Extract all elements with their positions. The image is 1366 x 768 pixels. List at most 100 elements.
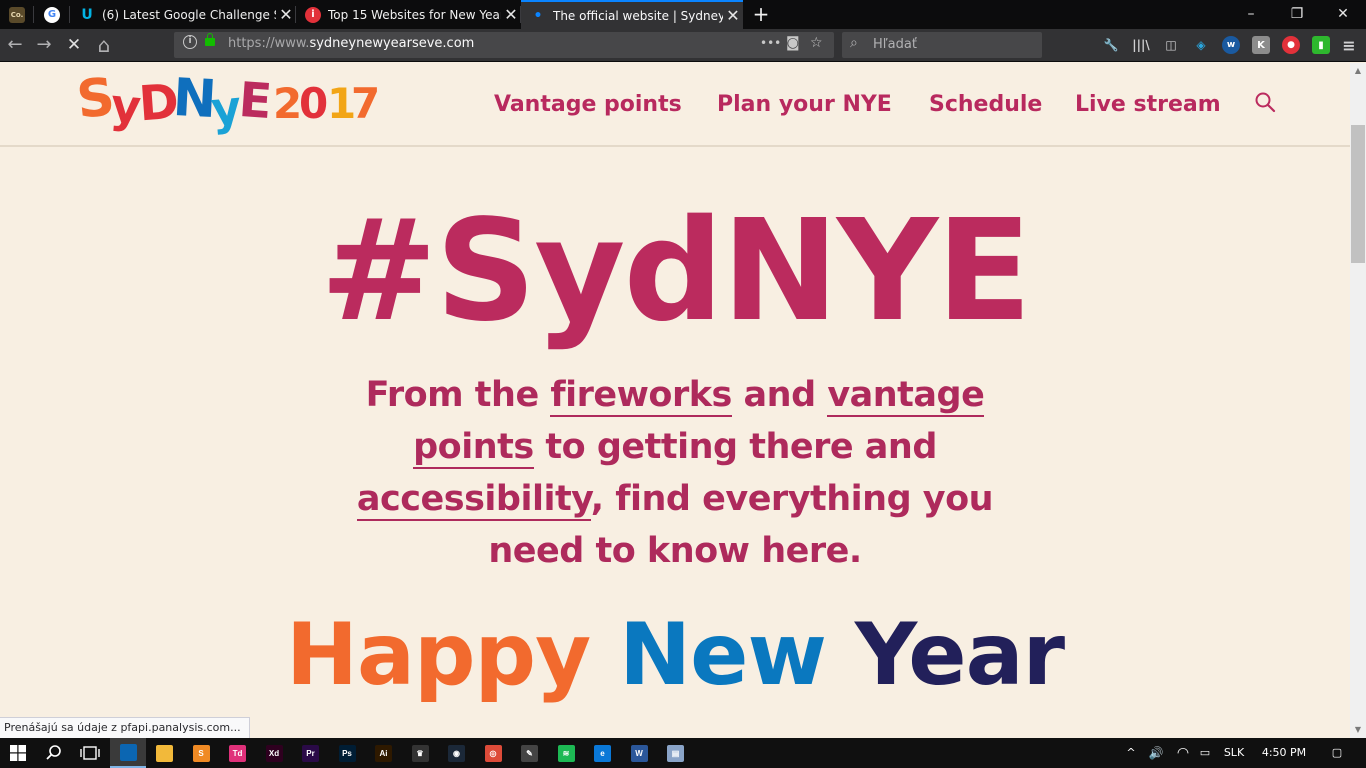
new-tab-button[interactable]: + (748, 0, 774, 29)
word-icon: W (630, 744, 648, 762)
taskbar-app[interactable]: Ps (329, 738, 365, 768)
taskbar-app[interactable]: Xd (256, 738, 292, 768)
logo-letter: 0 (299, 79, 329, 128)
pinned-tab-co[interactable]: Co. (0, 0, 34, 29)
intro-text: and (731, 375, 828, 415)
fireworks-link[interactable]: fireworks (550, 375, 732, 417)
extension-w-icon[interactable]: w (1222, 36, 1240, 54)
site-search-icon[interactable] (1254, 91, 1276, 113)
nav-schedule[interactable]: Schedule (929, 92, 1042, 117)
close-tab-icon[interactable]: ✕ (276, 5, 296, 24)
page-actions-icon[interactable]: ••• (760, 36, 781, 50)
scroll-up-icon[interactable]: ▲ (1350, 63, 1366, 79)
info-favicon-icon: i (305, 6, 321, 23)
game-icon: ♛ (411, 744, 429, 762)
word-happy: Happy (285, 605, 591, 705)
taskbar-app[interactable]: ≋ (548, 738, 584, 768)
extension-green-icon[interactable]: ▮ (1312, 36, 1330, 54)
taskbar-app[interactable] (110, 738, 146, 768)
word-space (590, 605, 619, 705)
start-button[interactable] (0, 738, 36, 768)
extension-k-icon[interactable]: K (1252, 36, 1270, 54)
taskbar-app[interactable] (147, 738, 183, 768)
tab-sydney-active[interactable]: • The official website | Sydney N ✕ (521, 0, 743, 29)
taskbar-app[interactable]: S (183, 738, 219, 768)
pocket-icon[interactable]: ◙ (786, 35, 800, 51)
taskbar-app[interactable]: Ai (366, 738, 402, 768)
browser-toolbar: ← → ✕ ⌂ i https://www.sydneynewyearseve.… (0, 29, 1366, 62)
taskbar-app[interactable]: ♛ (402, 738, 438, 768)
taskbar-app[interactable]: ▤ (658, 738, 694, 768)
logo-letter: 2 (273, 79, 303, 128)
language-indicator[interactable]: SLK (1218, 738, 1250, 768)
indesign-icon: Td (229, 744, 246, 762)
stop-button[interactable]: ✕ (61, 33, 87, 57)
site-info-icon[interactable]: i (183, 35, 197, 49)
developer-tools-icon[interactable]: 🔧 (1102, 36, 1120, 54)
url-bar[interactable]: i https://www.sydneynewyearseve.com ••• … (174, 32, 834, 58)
forward-button[interactable]: → (31, 33, 57, 57)
accessibility-link[interactable]: accessibility (356, 479, 591, 521)
url-text[interactable]: https://www.sydneynewyearseve.com (228, 36, 474, 51)
search-field[interactable]: ⌕ Hľadať (842, 32, 1042, 58)
extension-tomato-icon[interactable]: ● (1282, 36, 1300, 54)
wifi-icon[interactable]: ◠ (1172, 738, 1194, 768)
clock[interactable]: 4:50 PM (1254, 738, 1314, 768)
tab-title: The official website | Sydney N (553, 8, 723, 23)
back-button[interactable]: ← (2, 33, 28, 57)
nav-plan-your-nye[interactable]: Plan your NYE (717, 92, 892, 117)
word-new: New (619, 605, 827, 705)
notification-center-icon[interactable]: ▢ (1322, 738, 1352, 768)
tab-udacity[interactable]: U (6) Latest Google Challenge Sc ✕ (70, 0, 296, 29)
close-window-button[interactable]: ✕ (1320, 0, 1366, 29)
taskbar-app[interactable]: Td (220, 738, 256, 768)
happy-new-year-heading: Happy New Year (0, 605, 1350, 705)
spotify-icon: ≋ (557, 744, 575, 762)
taskbar-app[interactable]: ◎ (475, 738, 511, 768)
tab-title: (6) Latest Google Challenge Sc (102, 7, 276, 22)
xd-icon: Xd (265, 744, 283, 762)
sublime-icon: S (192, 744, 210, 762)
sidebar-icon[interactable]: ◫ (1162, 36, 1180, 54)
nav-live-stream[interactable]: Live stream (1075, 92, 1221, 117)
menu-hamburger-icon[interactable]: ≡ (1340, 36, 1358, 55)
search-taskbar-button[interactable] (36, 738, 72, 768)
library-icon[interactable]: |||\ (1132, 36, 1150, 54)
bookmark-star-icon[interactable]: ☆ (810, 35, 823, 51)
maximize-button[interactable]: ❐ (1274, 0, 1320, 29)
chrome-icon: ◎ (484, 744, 502, 762)
home-button[interactable]: ⌂ (91, 33, 117, 57)
intro-text: to getting there and (533, 427, 937, 467)
scroll-down-icon[interactable]: ▼ (1350, 722, 1366, 738)
status-bar-text: Prenášajú sa údaje z pfapi.panalysis.com… (0, 717, 250, 738)
close-tab-icon[interactable]: ✕ (501, 5, 521, 24)
task-view-button[interactable] (72, 738, 108, 768)
pen-tool-icon: ✎ (521, 744, 538, 762)
taskbar-app[interactable]: e (585, 738, 621, 768)
close-tab-icon[interactable]: ✕ (723, 6, 743, 25)
illustrator-icon: Ai (375, 744, 392, 762)
udacity-favicon-icon: U (81, 6, 93, 23)
taskbar-app[interactable]: Pr (293, 738, 329, 768)
windows-taskbar: S Td Xd Pr Ps Ai ♛ ◉ ◎ ✎ ≋ e W ▤ ^ 🔊 ◠ ▭ SLK 4:50 PM … (0, 738, 1366, 768)
taskbar-app[interactable]: W (621, 738, 657, 768)
tab-top15[interactable]: i Top 15 Websites for New Year's ✕ (296, 0, 521, 29)
keyboard-icon[interactable]: ▭ (1196, 738, 1214, 768)
magnifier-icon (46, 745, 61, 760)
file-explorer-icon (156, 744, 173, 762)
hero-title: #SydNYE (320, 190, 1032, 353)
sydnye-2017-logo[interactable]: S y D N y E 2 0 1 7 (74, 67, 382, 139)
taskbar-app[interactable]: ✎ (512, 738, 548, 768)
volume-icon[interactable]: 🔊 (1144, 738, 1168, 768)
nav-vantage-points[interactable]: Vantage points (494, 92, 682, 117)
pinned-tab-google[interactable]: G (34, 0, 70, 29)
taskbar-app[interactable]: ◉ (439, 738, 475, 768)
extension-shield-icon[interactable]: ◈ (1192, 36, 1210, 54)
word-space (826, 605, 855, 705)
task-view-icon (80, 746, 100, 760)
page-scrollbar[interactable]: ▲ ▼ (1350, 63, 1366, 738)
minimize-button[interactable]: – (1228, 0, 1274, 29)
secure-lock-icon (205, 33, 215, 46)
scrollbar-thumb[interactable] (1351, 125, 1365, 263)
tray-chevron-icon[interactable]: ^ (1122, 738, 1140, 768)
